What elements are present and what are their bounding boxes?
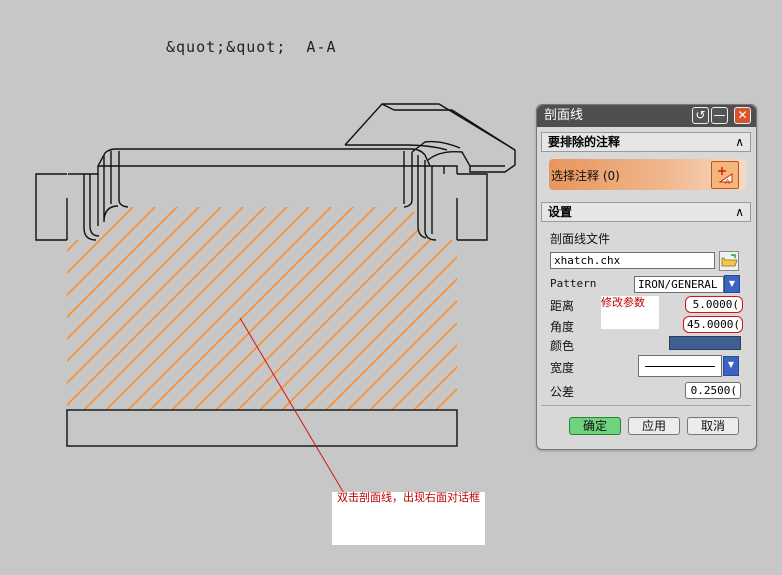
dialog-titlebar[interactable]: 剖面线 ↺ — ✕ [537, 105, 756, 127]
hatch-line[interactable] [0, 190, 151, 420]
hatch-line[interactable] [0, 190, 40, 420]
hatch-line[interactable] [139, 190, 371, 420]
hatch-line[interactable] [30, 190, 261, 420]
section-settings-title: 设置 [548, 205, 573, 219]
view-title: &quot;&quot; A-A [166, 38, 337, 56]
hatch-line[interactable] [249, 190, 480, 420]
divider [541, 405, 751, 406]
hatch-line[interactable] [161, 190, 393, 420]
hatch-file-field[interactable]: xhatch.chx [550, 252, 715, 269]
folder-open-icon[interactable] [719, 251, 739, 271]
hatch-line[interactable] [0, 190, 62, 420]
hatch-line[interactable] [337, 190, 568, 420]
cancel-button[interactable]: 取消 [687, 417, 739, 435]
width-select[interactable] [638, 355, 722, 377]
hatch-line[interactable] [756, 190, 782, 420]
hatch-line[interactable] [293, 190, 524, 420]
note-modify-params-text: 修改参数 [601, 296, 645, 309]
minimize-icon[interactable]: — [711, 107, 728, 124]
hatch-dialog: 剖面线 ↺ — ✕ 要排除的注释 ∧ 选择注释 (0) A 设置 ∧ 剖面线文件… [536, 104, 757, 450]
distance-field[interactable]: 5.0000( [685, 296, 743, 313]
distance-label: 距离 [550, 299, 575, 313]
hatch-line[interactable] [778, 190, 782, 420]
hatch-file-label: 剖面线文件 [550, 232, 611, 246]
width-label: 宽度 [550, 361, 575, 375]
hatch-line[interactable] [0, 190, 85, 420]
hatch-line[interactable] [271, 190, 502, 420]
chevron-up-icon[interactable]: ∧ [735, 203, 744, 221]
hatch-line[interactable] [205, 190, 437, 420]
hatch-line[interactable] [183, 190, 415, 420]
reset-icon[interactable]: ↺ [692, 107, 709, 124]
pattern-select[interactable]: IRON/GENERAL U: [634, 276, 724, 293]
note-double-click-text: 双击剖面线，出现右面对话框 [337, 491, 480, 504]
color-swatch[interactable] [669, 336, 741, 350]
tolerance-field[interactable]: 0.2500( [685, 382, 741, 399]
tolerance-label: 公差 [550, 385, 575, 399]
hatch-line[interactable] [315, 190, 546, 420]
close-icon[interactable]: ✕ [734, 107, 751, 124]
section-exclude-title: 要排除的注释 [548, 135, 621, 149]
angle-field[interactable]: 45.0000( [683, 316, 743, 333]
svg-text:A: A [725, 178, 730, 186]
chevron-down-icon[interactable]: ▼ [723, 356, 739, 376]
pattern-label: Pattern [550, 277, 597, 290]
color-label: 颜色 [550, 339, 575, 353]
chevron-down-icon[interactable]: ▼ [724, 275, 740, 293]
dialog-title: 剖面线 [544, 108, 584, 123]
hatch-line[interactable] [0, 190, 195, 420]
section-settings-header[interactable]: 设置 ∧ [541, 202, 751, 222]
note-modify-params: 修改参数 [601, 296, 659, 329]
hatch-line[interactable] [73, 190, 305, 420]
hatch-line[interactable] [52, 190, 283, 420]
note-double-click: 双击剖面线，出现右面对话框 [332, 492, 485, 545]
select-annotation-icon[interactable]: A [711, 161, 739, 189]
hatch-line[interactable] [227, 190, 458, 420]
select-annotation-label: 选择注释 (0) [551, 169, 620, 183]
hatch-line[interactable] [0, 190, 18, 420]
section-exclude-header[interactable]: 要排除的注释 ∧ [541, 132, 751, 152]
angle-label: 角度 [550, 320, 575, 334]
apply-button[interactable]: 应用 [628, 417, 680, 435]
ok-button[interactable]: 确定 [569, 417, 621, 435]
hatch-line[interactable] [95, 190, 327, 420]
chevron-up-icon[interactable]: ∧ [735, 133, 744, 151]
hatch-line[interactable] [8, 190, 239, 420]
hatch-line[interactable] [117, 190, 349, 420]
line-width-sample [645, 366, 715, 367]
